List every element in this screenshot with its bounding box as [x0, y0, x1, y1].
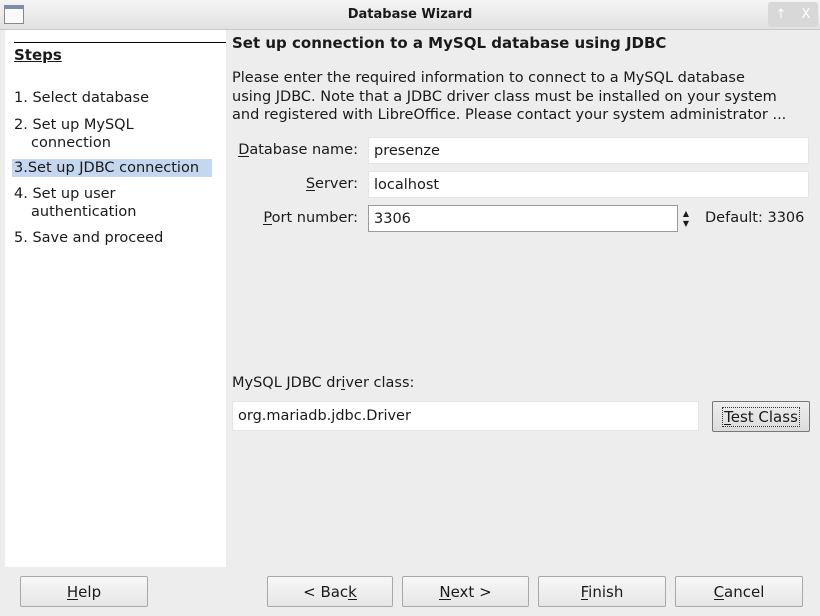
finish-label: Finish [580, 582, 624, 601]
cancel-button[interactable]: Cancel [675, 576, 803, 607]
port-input[interactable] [368, 205, 678, 232]
spin-down-icon[interactable]: ▼ [683, 219, 689, 229]
cancel-label: Cancel [713, 582, 765, 601]
window-title: Database Wizard [347, 7, 473, 22]
window-controls: ↑ X [768, 2, 818, 27]
maximize-icon[interactable]: ↑ [776, 7, 787, 22]
test-class-button[interactable]: Test Class [712, 401, 810, 432]
step-user-auth[interactable]: 4. Set up user authentication [12, 185, 192, 221]
step-number: 5. [14, 230, 28, 246]
next-button[interactable]: Next > [402, 576, 529, 607]
server-label: Server: [228, 176, 358, 192]
step-label: Set up user authentication [31, 186, 137, 220]
step-label: Save and proceed [32, 230, 164, 246]
next-label: Next > [439, 582, 492, 601]
steps-heading: Steps [14, 46, 62, 64]
step-setup-mysql[interactable]: 2. Set up MySQL connection [12, 116, 192, 152]
step-number: 3. [14, 160, 28, 176]
driver-label: MySQL JDBC driver class: [232, 375, 414, 391]
driver-label-text: MySQL JDBC driver class: [232, 375, 415, 391]
database-name-label-text: Database name: [238, 142, 358, 158]
port-spinner[interactable]: ▲ ▼ [678, 205, 694, 232]
description: Please enter the required information to… [232, 69, 812, 125]
step-save-proceed[interactable]: 5. Save and proceed [12, 229, 212, 247]
driver-class-input[interactable] [232, 401, 699, 431]
database-name-input[interactable] [368, 137, 809, 164]
title-bar: Database Wizard ↑ X [0, 0, 820, 30]
page-title: Set up connection to a MySQL database us… [232, 34, 667, 52]
description-line: Please enter the required information to… [232, 70, 745, 86]
back-button[interactable]: < Back [267, 576, 393, 607]
step-label: Select database [32, 90, 150, 106]
help-button[interactable]: Help [20, 576, 148, 607]
step-select-database[interactable]: 1. Select database [12, 89, 212, 107]
step-setup-jdbc[interactable]: 3.Set up JDBC connection [12, 159, 212, 177]
spin-up-icon[interactable]: ▲ [683, 209, 689, 219]
step-label: Set up JDBC connection [27, 160, 200, 176]
close-icon[interactable]: X [802, 7, 811, 22]
step-label: Set up MySQL connection [31, 117, 134, 151]
description-line: using JDBC. Note that a JDBC driver clas… [232, 88, 777, 105]
port-label-text: Port number: [263, 210, 358, 226]
back-label: < Back [303, 582, 357, 601]
test-class-label: Test Class [722, 406, 800, 427]
port-label: Port number: [228, 210, 358, 226]
divider [14, 42, 226, 43]
step-number: 2. [14, 117, 28, 133]
description-line: and registered with LibreOffice. Please … [232, 107, 787, 123]
server-label-text: Server: [305, 176, 358, 192]
database-name-label: Database name: [228, 142, 358, 158]
steps-panel [5, 30, 226, 567]
help-label: Help [66, 582, 102, 601]
finish-button[interactable]: Finish [538, 576, 666, 607]
step-number: 4. [14, 186, 28, 202]
server-input[interactable] [368, 171, 809, 198]
port-default: Default: 3306 [705, 210, 805, 226]
step-number: 1. [14, 90, 28, 106]
